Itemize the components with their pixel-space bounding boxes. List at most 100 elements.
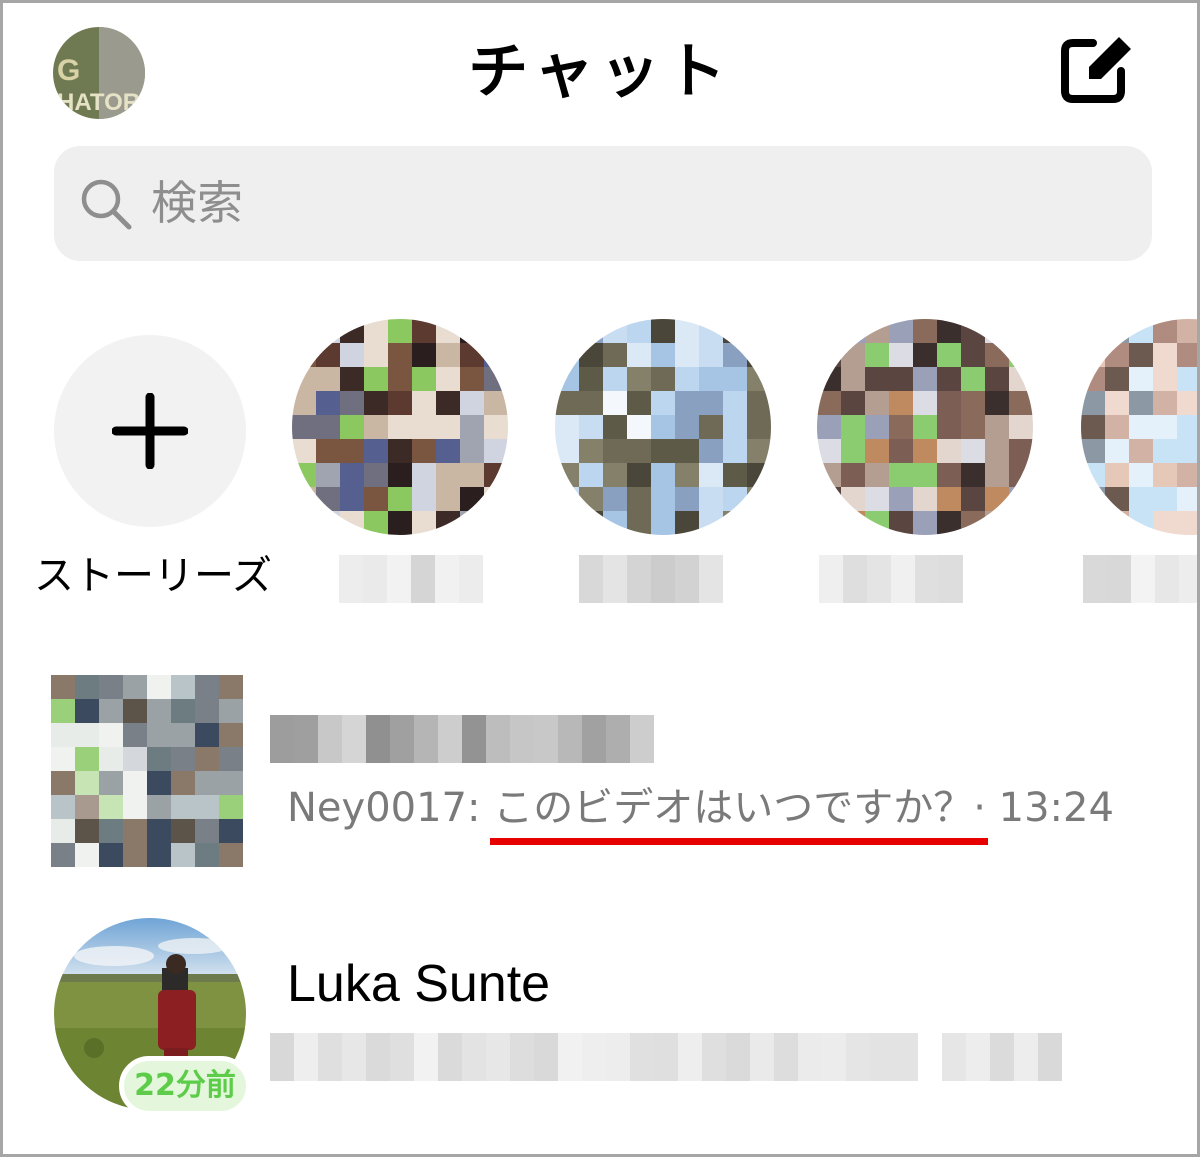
mosaic-cell: [937, 463, 961, 487]
mosaic-cell: [675, 511, 699, 535]
mosaic-cell: [699, 487, 723, 511]
story-avatar-1[interactable]: [292, 319, 508, 535]
mosaic-cell: [747, 319, 771, 343]
mosaic-cell: [1177, 319, 1197, 343]
mosaic-cell: [1081, 319, 1105, 343]
mosaic-cell: [913, 463, 937, 487]
mosaic-cell: [675, 367, 699, 391]
search-input[interactable]: [151, 171, 1051, 235]
story-avatar-3[interactable]: [817, 319, 1033, 535]
contact-name[interactable]: Luka Sunte: [287, 953, 550, 1015]
mosaic-cell: [195, 843, 219, 867]
mosaic-cell: [985, 319, 1009, 343]
mosaic-cell: [1129, 463, 1153, 487]
mosaic-cell: [363, 555, 387, 603]
mosaic-cell: [747, 367, 771, 391]
chat-avatar[interactable]: [51, 675, 243, 867]
mosaic-cell: [484, 319, 508, 343]
mosaic-cell: [937, 343, 961, 367]
mosaic-cell: [171, 747, 195, 771]
mosaic-cell: [1129, 439, 1153, 463]
mosaic-cell: [1009, 487, 1033, 511]
mosaic-cell: [460, 319, 484, 343]
mosaic-cell: [123, 723, 147, 747]
mosaic-cell: [75, 795, 99, 819]
mosaic-cell: [414, 1033, 438, 1081]
mosaic-cell: [340, 391, 364, 415]
mosaic-cell: [436, 367, 460, 391]
mosaic-cell: [195, 771, 219, 795]
mosaic-cell: [292, 343, 316, 367]
mosaic-cell: [412, 439, 436, 463]
compose-button[interactable]: [1059, 33, 1135, 105]
compose-icon: [1061, 37, 1131, 103]
mosaic-cell: [913, 487, 937, 511]
mosaic-cell: [985, 463, 1009, 487]
chat-preview[interactable]: Ney0017: このビデオはいつですか？· 13:24: [287, 781, 1114, 835]
mosaic-cell: [1177, 343, 1197, 367]
mosaic-cell: [1009, 319, 1033, 343]
mosaic-cell: [822, 1033, 846, 1081]
mosaic-cell: [195, 723, 219, 747]
mosaic-cell: [699, 463, 723, 487]
mosaic-cell: [51, 675, 75, 699]
mosaic-cell: [318, 715, 342, 763]
mosaic-cell: [412, 343, 436, 367]
mosaic-cell: [340, 319, 364, 343]
mosaic-cell: [316, 463, 340, 487]
mosaic-cell: [195, 819, 219, 843]
add-story-button[interactable]: [54, 335, 246, 527]
mosaic-cell: [436, 343, 460, 367]
mosaic-cell: [846, 1033, 870, 1081]
mosaic-cell: [412, 415, 436, 439]
mosaic-cell: [627, 391, 651, 415]
mosaic-cell: [627, 343, 651, 367]
story-avatar-4[interactable]: [1081, 319, 1197, 535]
mosaic-cell: [270, 715, 294, 763]
mosaic-cell: [366, 715, 390, 763]
mosaic-cell: [75, 819, 99, 843]
mosaic-cell: [1009, 439, 1033, 463]
mosaic-cell: [292, 415, 316, 439]
message-time: 13:24: [998, 785, 1114, 831]
mosaic-cell: [841, 391, 865, 415]
mosaic-cell: [889, 511, 913, 535]
mosaic-cell: [985, 511, 1009, 535]
mosaic-cell: [462, 715, 486, 763]
story-avatar-2[interactable]: [555, 319, 771, 535]
mosaic-cell: [889, 439, 913, 463]
mosaic-cell: [1081, 415, 1105, 439]
mosaic-cell: [985, 343, 1009, 367]
mosaic-cell: [1177, 415, 1197, 439]
mosaic-cell: [985, 367, 1009, 391]
mosaic-cell: [651, 555, 675, 603]
mosaic-cell: [870, 1033, 894, 1081]
mosaic-cell: [438, 1033, 462, 1081]
mosaic-cell: [555, 439, 579, 463]
mosaic-cell: [913, 439, 937, 463]
mosaic-cell: [123, 795, 147, 819]
mosaic-cell: [147, 771, 171, 795]
mosaic-cell: [603, 319, 627, 343]
mosaic-cell: [364, 487, 388, 511]
mosaic-cell: [388, 511, 412, 535]
mosaic-cell: [1153, 463, 1177, 487]
mosaic-cell: [889, 367, 913, 391]
mosaic-cell: [961, 511, 985, 535]
mosaic-cell: [292, 319, 316, 343]
mosaic-cell: [339, 555, 363, 603]
mosaic-cell: [316, 439, 340, 463]
mosaic-cell: [1081, 367, 1105, 391]
mosaic-cell: [219, 723, 243, 747]
mosaic-cell: [1129, 391, 1153, 415]
mosaic-cell: [51, 771, 75, 795]
mosaic-cell: [99, 747, 123, 771]
mosaic-cell: [171, 771, 195, 795]
mosaic-cell: [603, 343, 627, 367]
mosaic-cell: [726, 1033, 750, 1081]
mosaic-cell: [412, 487, 436, 511]
mosaic-cell: [436, 487, 460, 511]
mosaic-cell: [675, 555, 699, 603]
mosaic-cell: [484, 367, 508, 391]
mosaic-cell: [747, 343, 771, 367]
